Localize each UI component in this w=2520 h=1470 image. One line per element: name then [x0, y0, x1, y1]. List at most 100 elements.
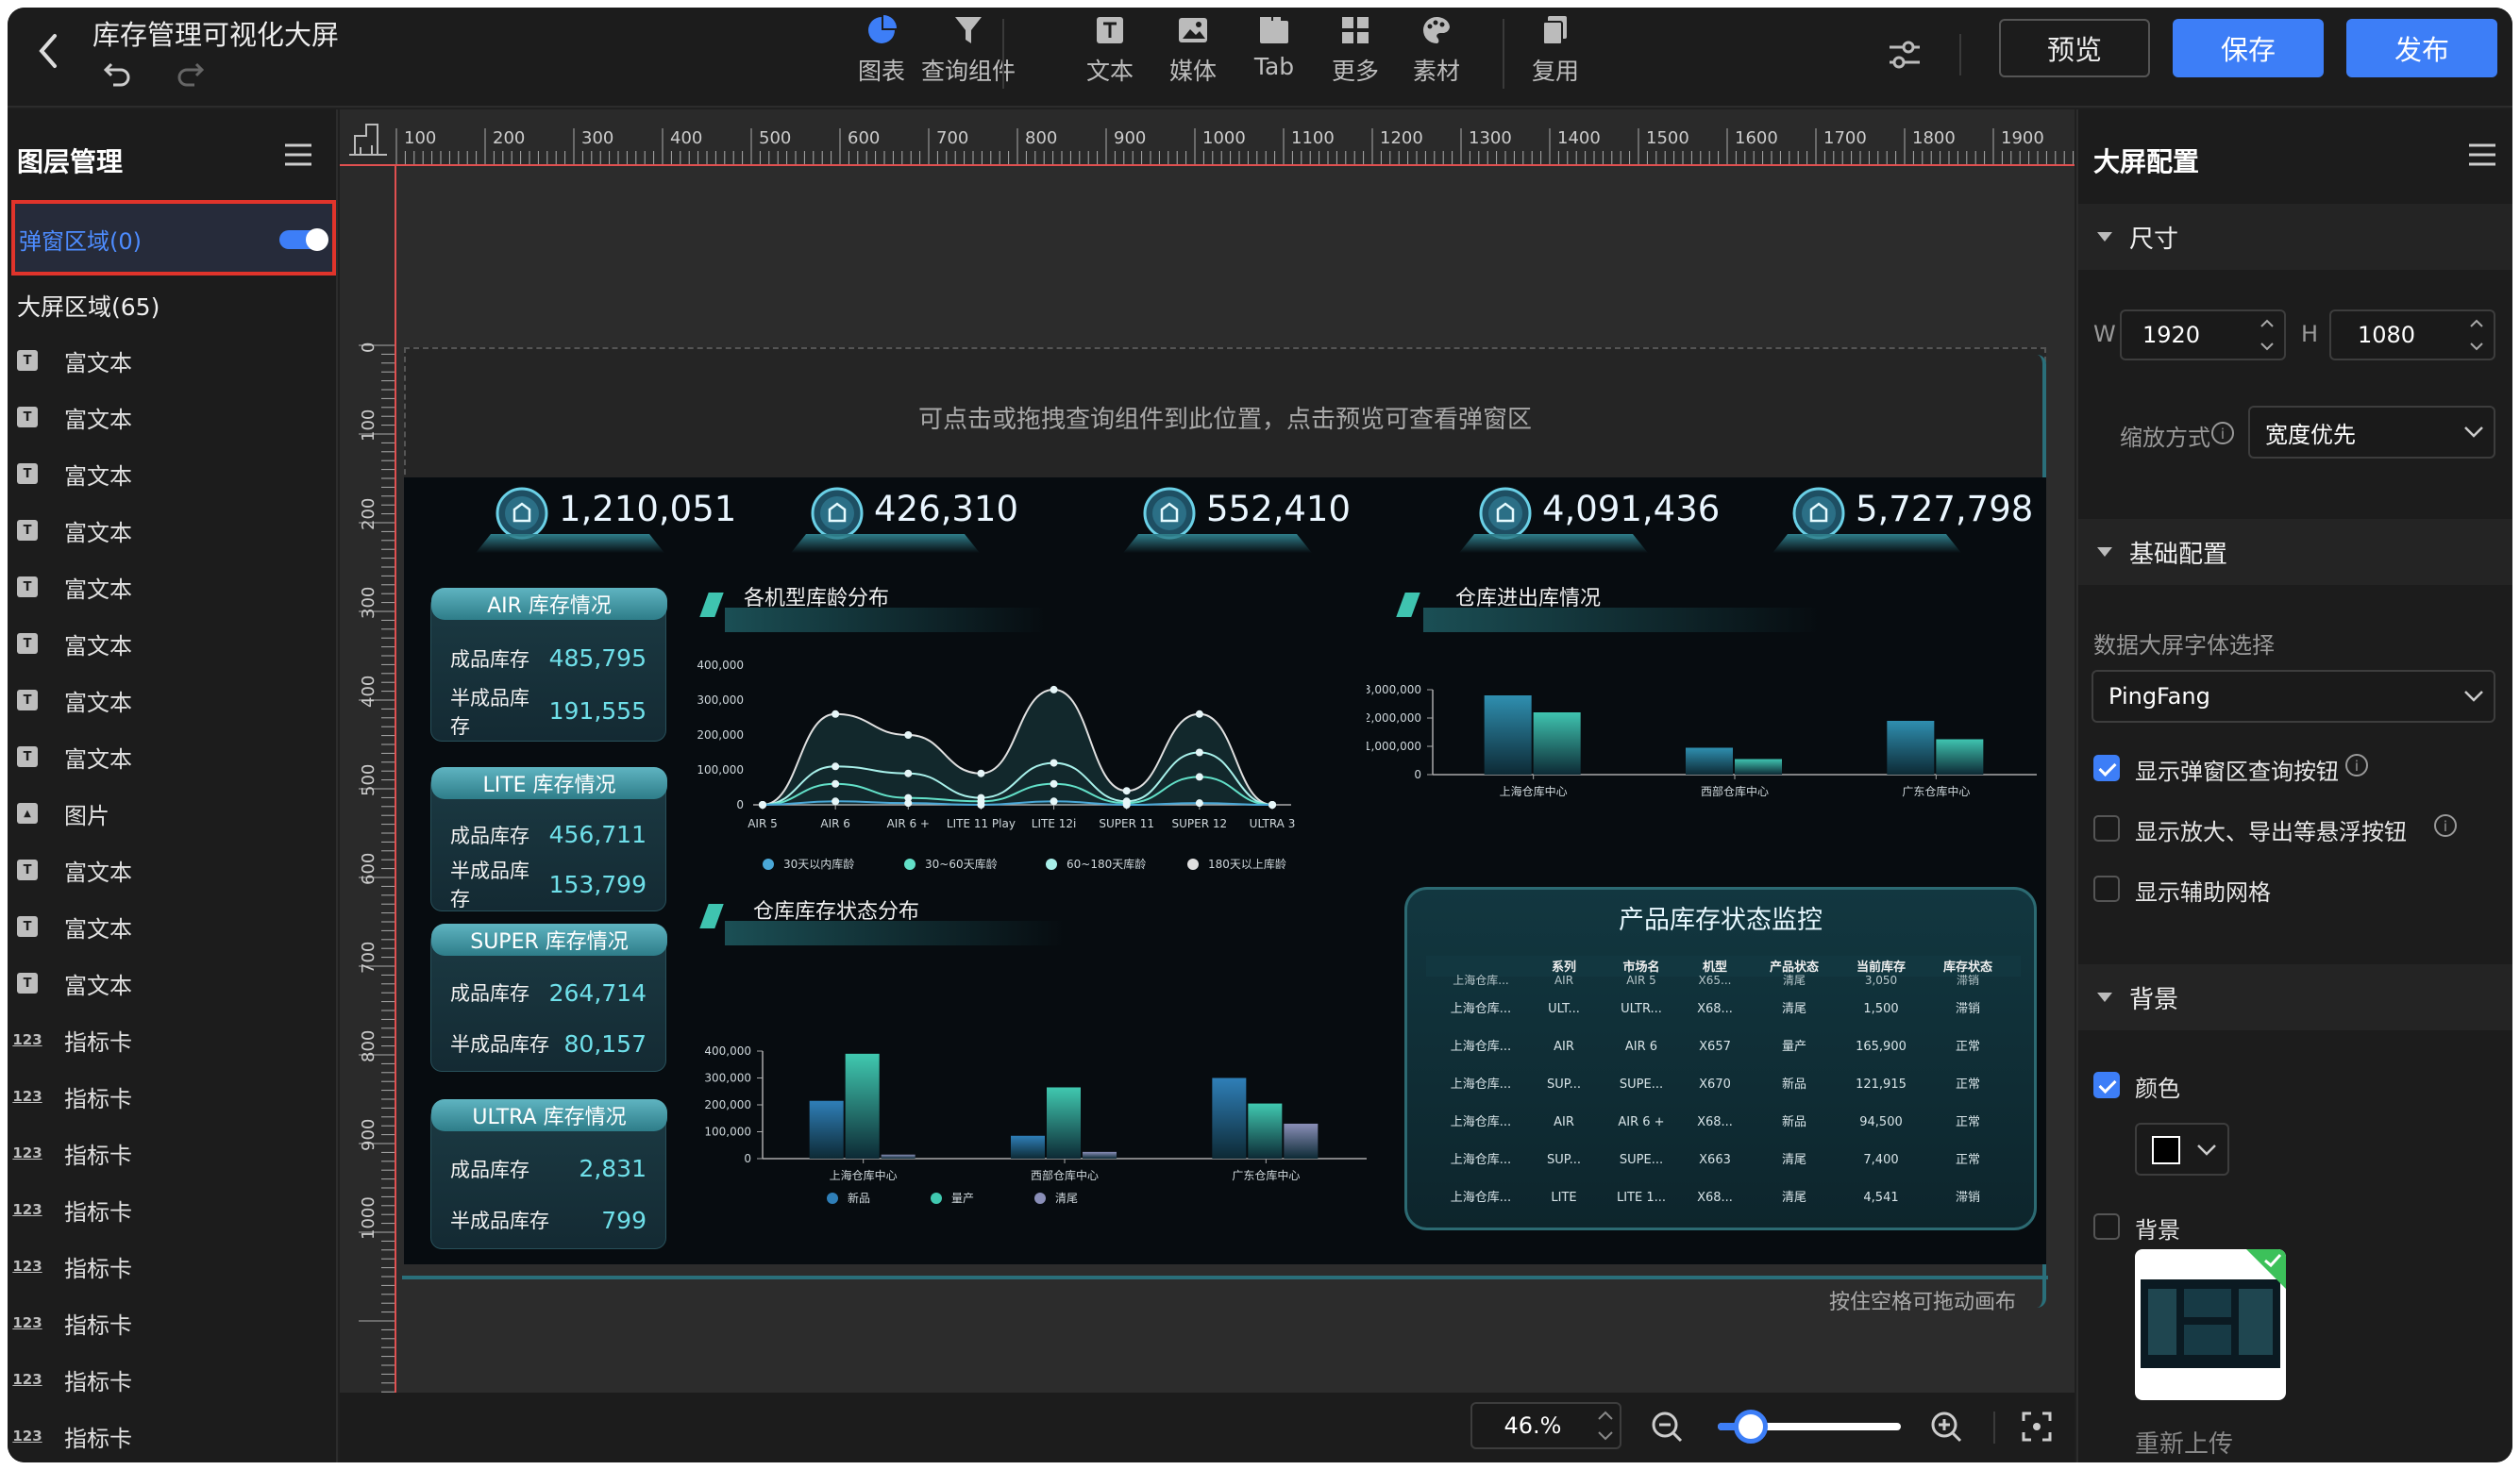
stock-panel[interactable]: SUPER 库存情况 成品库存 264,714 半成品库存 80,157: [430, 924, 667, 1072]
layer-item[interactable]: T 富文本: [8, 730, 338, 783]
color-picker[interactable]: [2135, 1123, 2229, 1176]
tool-tab[interactable]: Tab: [1227, 13, 1321, 80]
layer-item[interactable]: ▲ 图片: [8, 787, 338, 840]
ruler-corner-icon[interactable]: [345, 117, 391, 160]
ruler-label: 700: [359, 942, 378, 974]
layer-item[interactable]: 123 指标卡: [8, 1410, 338, 1462]
monitor-panel[interactable]: 产品库存状态监控 仓库系列市场名机型产品状态当前库存库存状态上海仓库...AIR…: [1404, 887, 2037, 1230]
size-section-header[interactable]: 尺寸: [2078, 204, 2512, 270]
tool-pie-chart[interactable]: 图表: [834, 13, 929, 87]
layer-item[interactable]: T 富文本: [8, 900, 338, 953]
stock-row-value: 2,831: [579, 1155, 647, 1183]
color-checkbox[interactable]: [2093, 1072, 2120, 1098]
layer-item[interactable]: 123 指标卡: [8, 1127, 338, 1179]
zoom-in-icon[interactable]: [1929, 1410, 1963, 1444]
scale-select[interactable]: 宽度优先: [2248, 406, 2495, 459]
kpi-card[interactable]: 1,210,051: [476, 485, 772, 560]
layer-label: 富文本: [64, 519, 132, 546]
background-section-header[interactable]: 背景: [2078, 964, 2512, 1030]
tool-copy[interactable]: 复用: [1508, 13, 1603, 87]
save-button[interactable]: 保存: [2173, 19, 2324, 77]
font-select[interactable]: PingFang: [2092, 670, 2495, 723]
layer-item[interactable]: T 富文本: [8, 447, 338, 500]
popup-drop-zone[interactable]: 可点击或拖拽查询组件到此位置，点击预览可查看弹窗区: [404, 347, 2046, 484]
chevron-down-icon: [2464, 426, 2483, 438]
info-icon[interactable]: i: [2344, 753, 2369, 777]
layer-item[interactable]: T 富文本: [8, 617, 338, 670]
zoom-slider-handle[interactable]: [1733, 1410, 1768, 1444]
show-grid-checkbox[interactable]: [2093, 876, 2120, 902]
menu-icon[interactable]: [283, 142, 313, 168]
zoom-stepper-icon[interactable]: [1591, 1404, 1620, 1447]
layer-item[interactable]: T 富文本: [8, 391, 338, 443]
fit-screen-icon[interactable]: [2020, 1410, 2054, 1444]
reupload-link[interactable]: 重新上传: [2135, 1425, 2233, 1460]
monitor-title: 产品库存状态监控: [1619, 906, 1823, 935]
info-icon[interactable]: i: [2433, 813, 2458, 838]
dashboard-screen[interactable]: 1,210,051 426,310 552,410 4,091,436 5,72…: [404, 477, 2046, 1264]
color-label: 颜色: [2135, 1076, 2180, 1102]
popup-region-toggle[interactable]: [279, 228, 328, 251]
layer-item[interactable]: T 富文本: [8, 334, 338, 387]
layer-item[interactable]: 123 指标卡: [8, 1240, 338, 1293]
stock-panel[interactable]: LITE 库存情况 成品库存 456,711 半成品库存 153,799: [430, 767, 667, 911]
info-icon[interactable]: i: [2210, 421, 2235, 445]
width-stepper-icon[interactable]: [2252, 311, 2282, 359]
layer-panel-title: 图层管理: [17, 146, 124, 177]
tool-grid[interactable]: 更多: [1308, 13, 1403, 87]
zoom-slider-track[interactable]: [1718, 1410, 1901, 1444]
x-tick-label: 广东仓库中心: [1232, 1168, 1300, 1182]
undo-icon[interactable]: [102, 58, 134, 89]
tab-icon: [1260, 17, 1288, 43]
layer-item[interactable]: T 富文本: [8, 504, 338, 557]
menu-icon[interactable]: [2467, 142, 2497, 168]
background-image-checkbox[interactable]: [2093, 1213, 2120, 1240]
tool-palette[interactable]: 素材: [1389, 13, 1484, 87]
legend-label: 量产: [951, 1192, 974, 1205]
layer-item[interactable]: 123 指标卡: [8, 1070, 338, 1123]
layer-item[interactable]: 123 指标卡: [8, 1296, 338, 1349]
height-stepper-icon[interactable]: [2461, 311, 2492, 359]
data-point: [1122, 801, 1131, 809]
kpi-card[interactable]: 5,727,798: [1772, 485, 2069, 560]
stock-row: 成品库存 264,714: [450, 974, 647, 1011]
popup-region-layer[interactable]: 弹窗区域(0): [11, 200, 336, 276]
preview-button[interactable]: 预览: [1999, 19, 2150, 77]
layer-item[interactable]: 123 指标卡: [8, 1013, 338, 1066]
kpi-card[interactable]: 426,310: [791, 485, 1087, 560]
ruler-label: 800: [359, 1030, 378, 1062]
publish-button[interactable]: 发布: [2346, 19, 2497, 77]
zoom-out-icon[interactable]: [1650, 1410, 1684, 1444]
back-icon[interactable]: [36, 32, 60, 70]
redo-icon[interactable]: [174, 58, 206, 89]
layer-item[interactable]: T 富文本: [8, 957, 338, 1010]
kpi-card[interactable]: 4,091,436: [1459, 485, 1756, 560]
horizontal-ruler: 100 200 300 400 500 600 700 800 900 1000 1100 1200 1…: [340, 109, 2075, 166]
layer-item[interactable]: T 富文本: [8, 674, 338, 727]
settings-sliders-icon[interactable]: [1886, 38, 1924, 72]
y-tick-label: 0: [744, 1152, 751, 1165]
tool-filter[interactable]: 查询组件: [921, 13, 1016, 87]
tool-text[interactable]: 文本: [1063, 13, 1157, 87]
tool-image[interactable]: 媒体: [1146, 13, 1240, 87]
show-popup-query-checkbox[interactable]: [2093, 755, 2120, 781]
data-point: [1050, 797, 1058, 806]
table-cell: AIR 6: [1625, 1040, 1657, 1054]
y-tick-label: 100,000: [697, 763, 744, 777]
x-tick-label: 西部仓库中心: [1031, 1168, 1099, 1182]
age-line-chart[interactable]: 400,000 300,000 200,000 100,000 0 AIR 5 AIR 6 A…: [687, 652, 1310, 883]
kpi-card[interactable]: 552,410: [1123, 485, 1420, 560]
layer-item[interactable]: 123 指标卡: [8, 1353, 338, 1406]
data-point: [832, 762, 840, 771]
show-float-buttons-checkbox[interactable]: [2093, 815, 2120, 842]
data-point: [1050, 779, 1058, 788]
stock-panel[interactable]: ULTRA 库存情况 成品库存 2,831 半成品库存 799: [430, 1099, 667, 1249]
layer-item[interactable]: T 富文本: [8, 560, 338, 613]
status-bar-chart[interactable]: 400,000 300,000 200,000 100,000 0 上海仓库中心 西部仓库中…: [687, 961, 1367, 1253]
layer-item[interactable]: T 富文本: [8, 844, 338, 896]
background-thumbnail[interactable]: [2135, 1249, 2286, 1400]
basic-section-header[interactable]: 基础配置: [2078, 519, 2512, 585]
stock-panel[interactable]: AIR 库存情况 成品库存 485,795 半成品库存 191,555: [430, 588, 667, 742]
layer-item[interactable]: 123 指标卡: [8, 1183, 338, 1236]
ruler-label: 200: [359, 498, 378, 530]
